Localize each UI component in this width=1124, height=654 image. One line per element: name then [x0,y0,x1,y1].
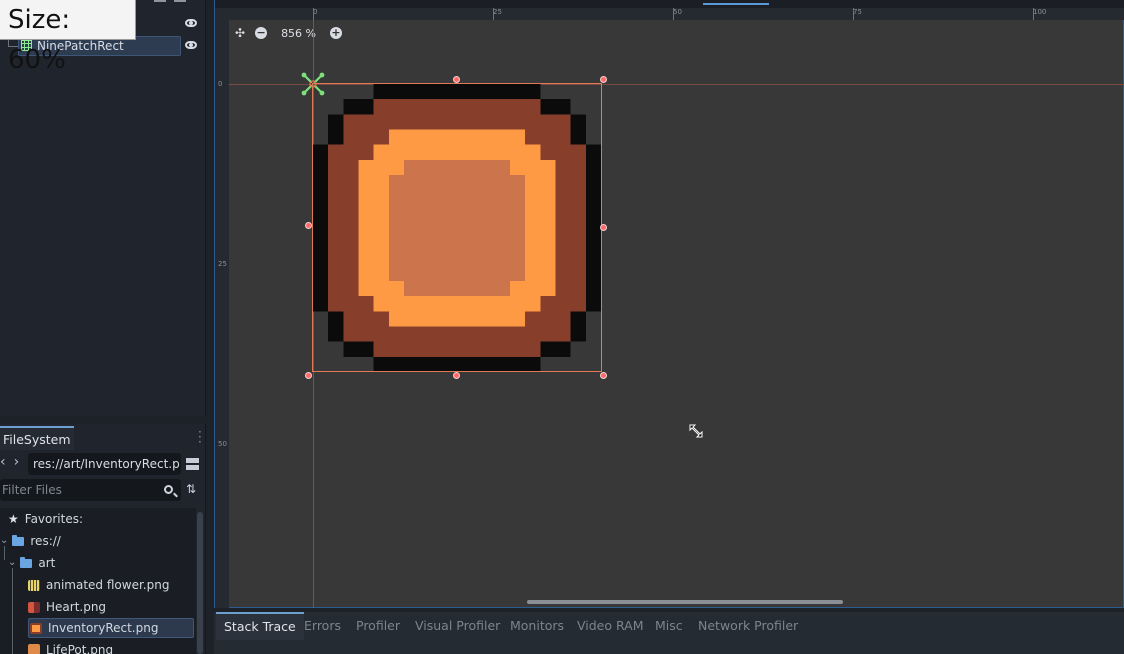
tab-misc[interactable]: Misc [655,612,683,640]
art-folder-item[interactable]: ⌄ art [8,553,55,573]
tab-monitors[interactable]: Monitors [510,612,564,640]
center-view-icon[interactable]: ✣ [235,26,245,40]
tree-connector [12,568,13,654]
forward-arrow-icon[interactable]: › [14,454,20,470]
debugger-panel: Stack Trace Errors Profiler Visual Profi… [214,612,1124,654]
search-icon[interactable] [164,485,173,494]
tab-errors[interactable]: Errors [304,612,341,640]
ruler-label: 25 [218,260,227,268]
scene-toolbar-icons [154,0,186,2]
main-toolbar-edge [215,0,1124,8]
tab-filesystem[interactable]: FileSystem [0,426,74,450]
resize-handle[interactable] [453,76,460,83]
eye-icon[interactable] [185,19,197,27]
ruler-horizontal: 0 25 50 75 100 [229,8,1124,20]
ruler-tick [313,8,314,20]
tab-visual-profiler[interactable]: Visual Profiler [415,612,500,640]
resize-handle[interactable] [453,372,460,379]
menu-dots-icon[interactable]: · · · [198,426,202,448]
ruler-vertical: 0 25 50 [215,8,229,608]
resize-handle[interactable] [305,372,312,379]
image-icon [28,601,40,613]
viewport-scrollbar-horizontal[interactable] [527,600,843,604]
resize-handle[interactable] [600,224,607,231]
file-name: animated flower.png [46,578,170,592]
ruler-label: 100 [1033,8,1047,16]
res-root-label: res:// [30,534,61,548]
art-folder-label: art [38,556,56,570]
favorites-item[interactable]: ★ Favorites: [8,509,83,529]
favorites-label: Favorites: [24,512,84,526]
resize-handle[interactable] [600,76,607,83]
tab-stack-trace[interactable]: Stack Trace [216,612,304,640]
ruler-label: 75 [853,8,862,16]
zoom-level-label[interactable]: 856 % [281,27,316,40]
anchor-icon[interactable] [299,70,327,98]
file-item[interactable]: Heart.png [28,597,194,617]
file-name: LifePot.png [46,643,114,654]
file-item-selected[interactable]: InventoryRect.png [28,618,194,638]
ruler-label: 50 [218,440,227,448]
filesystem-dock: FileSystem · · · ‹ › res://art/InventoryRe… [0,424,206,654]
toolbar-icon[interactable] [154,0,166,2]
file-item[interactable]: animated flower.png [28,575,194,595]
ruler-label: 0 [218,80,223,88]
file-name: Heart.png [46,600,107,614]
ruler-label: 50 [673,8,682,16]
animated-sprite-icon [28,579,40,591]
image-icon [30,622,42,634]
toolbar-icon[interactable] [174,0,186,2]
image-icon [28,644,40,654]
viewport-zoom-toolbar: ✣ − 856 % + [235,26,343,40]
active-tab-highlight [703,3,769,5]
folder-icon [20,556,33,568]
back-arrow-icon[interactable]: ‹ [0,454,6,470]
view-mode-icon[interactable] [186,458,199,470]
file-tree-scrollbar[interactable] [197,512,203,654]
tree-connector [4,546,5,560]
zoom-in-button[interactable]: + [330,27,343,39]
ruler-label: 25 [493,8,502,16]
ruler-tick [493,8,494,20]
filter-files-input[interactable]: Filter Files [0,479,181,501]
file-item[interactable]: LifePot.png [28,640,194,654]
tab-video-ram[interactable]: Video RAM [577,612,644,640]
ruler-tick [1033,8,1034,20]
selection-rect [312,83,602,372]
ruler-tick [853,8,854,20]
tab-network-profiler[interactable]: Network Profiler [698,612,798,640]
tab-profiler[interactable]: Profiler [356,612,400,640]
star-icon: ★ [8,512,19,526]
visibility-eye-icon[interactable] [185,41,197,49]
folder-icon [12,534,25,546]
resize-handle[interactable] [305,222,312,229]
resize-cursor-icon [689,424,703,438]
ruler-tick [673,8,674,20]
resize-handle[interactable] [600,372,607,379]
history-nav: ‹ › [0,454,26,470]
path-input[interactable]: res://art/InventoryRect.p [28,453,181,475]
sort-icon[interactable]: ⇅ [186,482,196,496]
zoom-out-button[interactable]: − [255,27,268,39]
res-root-item[interactable]: ⌄ res:// [0,531,61,551]
file-name: InventoryRect.png [48,621,159,635]
size-overlay-badge: Size: 60% [0,0,136,75]
canvas-viewport[interactable]: 0 25 50 75 100 0 25 50 ✣ − 856 % + [214,0,1124,608]
